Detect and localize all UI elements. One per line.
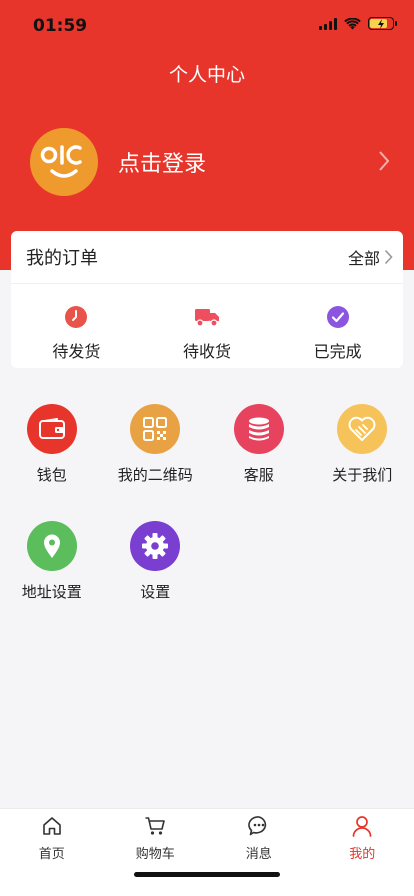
orders-header: 我的订单 全部	[11, 231, 403, 284]
wallet-icon	[26, 404, 77, 454]
order-item-label: 已完成	[313, 342, 362, 361]
home-icon	[42, 817, 61, 835]
tab-mine[interactable]: 我的	[311, 809, 414, 865]
clock-icon	[63, 304, 89, 330]
page-title: 个人中心	[168, 64, 245, 86]
home-indicator	[134, 872, 280, 877]
login-label: 点击登录	[118, 152, 207, 177]
menu-item-label: 我的二维码	[117, 466, 193, 484]
menu-grid: 钱包 我的二维码 客服 关于我们 地址设置 设置	[0, 404, 414, 638]
orders-all-button[interactable]: 全部	[348, 245, 393, 269]
menu-item-label: 地址设置	[21, 583, 82, 601]
chevron-right-icon	[379, 151, 390, 171]
cellular-signal-icon	[319, 17, 337, 30]
orders-card: 我的订单 全部 待发货 待收货 已完成	[11, 231, 403, 368]
wifi-icon	[344, 17, 361, 29]
status-bar: 01:59	[0, 0, 414, 50]
tab-home[interactable]: 首页	[0, 809, 104, 865]
menu-item-wallet[interactable]: 钱包	[0, 404, 104, 521]
cart-icon	[145, 817, 166, 835]
order-pending-shipment[interactable]: 待发货	[21, 304, 131, 362]
menu-item-customer-service[interactable]: 客服	[207, 404, 311, 521]
truck-icon	[194, 304, 220, 330]
menu-item-label: 关于我们	[332, 466, 393, 484]
tab-messages[interactable]: 消息	[207, 809, 311, 865]
battery-icon	[368, 17, 397, 30]
user-icon	[352, 816, 372, 837]
check-circle-icon	[325, 304, 351, 330]
tab-label: 首页	[38, 847, 65, 862]
menu-item-about-us[interactable]: 关于我们	[311, 404, 414, 521]
menu-item-address-settings[interactable]: 地址设置	[0, 521, 104, 638]
tab-bar: 首页 购物车 消息 我的	[0, 808, 414, 896]
status-icons	[319, 17, 397, 30]
menu-item-label: 钱包	[36, 466, 67, 484]
status-time: 01:59	[33, 16, 88, 36]
chevron-right-icon	[384, 249, 393, 265]
menu-item-label: 客服	[243, 466, 274, 484]
menu-item-label: 设置	[140, 583, 171, 601]
orders-all-label: 全部	[347, 249, 380, 268]
message-icon	[247, 816, 266, 836]
order-completed[interactable]: 已完成	[283, 304, 393, 362]
location-pin-icon	[26, 521, 77, 571]
tab-label: 购物车	[135, 847, 175, 862]
database-icon	[233, 404, 284, 454]
tab-label: 我的	[349, 847, 376, 862]
login-row[interactable]: 点击登录	[30, 128, 400, 196]
order-item-label: 待发货	[52, 342, 101, 361]
order-pending-receipt[interactable]: 待收货	[152, 304, 262, 362]
heart-icon	[337, 404, 388, 454]
qr-code-icon	[130, 404, 181, 454]
gear-icon	[130, 521, 181, 571]
orders-title: 我的订单	[26, 248, 98, 269]
menu-item-settings[interactable]: 设置	[104, 521, 208, 638]
menu-item-qr-code[interactable]: 我的二维码	[104, 404, 208, 521]
tab-label: 消息	[245, 847, 272, 862]
logo-icon	[40, 145, 82, 178]
tab-cart[interactable]: 购物车	[104, 809, 208, 865]
order-item-label: 待收货	[182, 342, 231, 361]
avatar[interactable]	[30, 128, 98, 196]
